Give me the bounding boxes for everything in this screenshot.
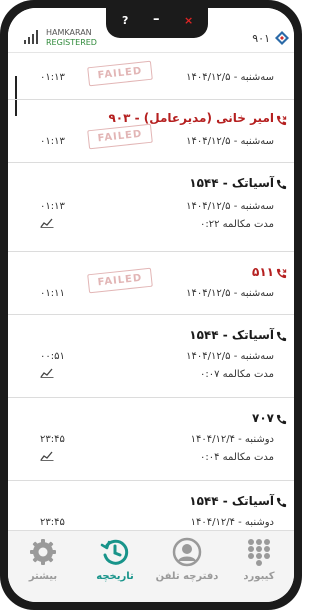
- call-history-item[interactable]: ۷۰۷ دوشنبه - ۱۴۰۴/۱۲/۴ ۲۳:۴۵ مدت مکالمه …: [8, 397, 294, 481]
- nav-contacts[interactable]: دفترچه تلفن: [152, 537, 222, 593]
- call-time: ۰۰:۵۱: [40, 351, 65, 362]
- call-history-item[interactable]: سه‌شنبه - ۱۴۰۴/۱۲/۵ ۰۱:۱۳ FAILED: [8, 52, 294, 100]
- call-time: ۰۱:۱۱: [40, 288, 65, 299]
- minimize-button[interactable]: –: [153, 12, 160, 27]
- nav-label: دفترچه تلفن: [155, 571, 219, 582]
- failed-stamp: FAILED: [87, 60, 153, 87]
- outgoing-call-icon: [276, 179, 287, 190]
- call-history-item[interactable]: ۵۱۱ سه‌شنبه - ۱۴۰۴/۱۲/۵ ۰۱:۱۱ FAILED: [8, 251, 294, 315]
- outgoing-call-icon: [276, 414, 287, 425]
- gear-icon: [30, 539, 56, 565]
- call-time: ۰۱:۱۳: [40, 136, 65, 147]
- signal-icon: [24, 28, 40, 44]
- missed-call-icon: [276, 115, 287, 126]
- call-history-item[interactable]: آسیاتک - ۱۵۴۴ دوشنبه - ۱۴۰۴/۱۲/۴ ۲۳:۴۵: [8, 480, 294, 530]
- contact-name: آسیاتک - ۱۵۴۴: [189, 328, 274, 342]
- call-duration: مدت مکالمه ۰:۲۲: [200, 219, 274, 230]
- phone-frame: HAMKARAN REGISTERED ۹۰۱ ? – × سه‌شنبه - …: [0, 0, 302, 610]
- nav-label: کیبورد: [243, 571, 275, 582]
- call-history-item[interactable]: امیر خانی (مدیرعامل) - ۹۰۳ سه‌شنبه - ۱۴۰…: [8, 99, 294, 163]
- call-quality-chart-icon[interactable]: [40, 218, 54, 228]
- contact-name: آسیاتک - ۱۵۴۴: [189, 494, 274, 508]
- help-button[interactable]: ?: [122, 14, 128, 27]
- contact-name: ۷۰۷: [252, 411, 274, 425]
- call-date: دوشنبه - ۱۴۰۴/۱۲/۴: [190, 434, 274, 445]
- nav-label: بیشتر: [28, 571, 58, 582]
- call-history-list[interactable]: سه‌شنبه - ۱۴۰۴/۱۲/۵ ۰۱:۱۳ FAILED امیر خا…: [8, 52, 294, 530]
- app-logo-icon: [275, 31, 289, 45]
- history-icon: [100, 539, 129, 565]
- call-time: ۰۱:۱۳: [40, 201, 65, 212]
- call-time: ۰۱:۱۳: [40, 72, 65, 83]
- contact-name: آسیاتک - ۱۵۴۴: [189, 176, 274, 190]
- bottom-navigation: بیشتر تاریخچه دفترچه تلفن کیبورد: [8, 530, 294, 602]
- call-date: سه‌شنبه - ۱۴۰۴/۱۲/۵: [186, 72, 274, 83]
- extension-number: ۹۰۱: [252, 32, 270, 45]
- call-history-item[interactable]: آسیاتک - ۱۵۴۴ سه‌شنبه - ۱۴۰۴/۱۲/۵ ۰۱:۱۳ …: [8, 162, 294, 252]
- call-quality-chart-icon[interactable]: [40, 368, 54, 378]
- failed-stamp: FAILED: [87, 267, 153, 294]
- call-date: دوشنبه - ۱۴۰۴/۱۲/۴: [190, 517, 274, 528]
- nav-more[interactable]: بیشتر: [8, 537, 78, 593]
- outgoing-call-icon: [276, 331, 287, 342]
- missed-call-icon: [276, 268, 287, 279]
- call-duration: مدت مکالمه ۰:۰۷: [200, 369, 274, 380]
- call-history-item[interactable]: آسیاتک - ۱۵۴۴ سه‌شنبه - ۱۴۰۴/۱۲/۵ ۰۰:۵۱ …: [8, 314, 294, 398]
- call-date: سه‌شنبه - ۱۴۰۴/۱۲/۵: [186, 136, 274, 147]
- contact-icon: [172, 537, 202, 567]
- call-date: سه‌شنبه - ۱۴۰۴/۱۲/۵: [186, 351, 274, 362]
- carrier-info: HAMKARAN REGISTERED: [46, 28, 97, 48]
- nav-keypad[interactable]: کیبورد: [224, 537, 294, 593]
- keypad-icon: [248, 539, 270, 566]
- outgoing-call-icon: [276, 497, 287, 508]
- call-date: سه‌شنبه - ۱۴۰۴/۱۲/۵: [186, 288, 274, 299]
- carrier-name: HAMKARAN: [46, 28, 92, 37]
- call-quality-chart-icon[interactable]: [40, 451, 54, 461]
- nav-history[interactable]: تاریخچه: [80, 537, 150, 593]
- failed-stamp: FAILED: [87, 123, 153, 150]
- app-screen: HAMKARAN REGISTERED ۹۰۱ ? – × سه‌شنبه - …: [8, 8, 294, 602]
- nav-label: تاریخچه: [96, 571, 134, 582]
- close-button[interactable]: ×: [184, 14, 193, 27]
- contact-name: امیر خانی (مدیرعامل) - ۹۰۳: [108, 111, 274, 125]
- call-duration: مدت مکالمه ۰:۰۴: [200, 452, 274, 463]
- contact-name: ۵۱۱: [252, 265, 274, 279]
- call-time: ۲۳:۴۵: [40, 434, 65, 445]
- call-time: ۲۳:۴۵: [40, 517, 65, 528]
- call-date: سه‌شنبه - ۱۴۰۴/۱۲/۵: [186, 201, 274, 212]
- registration-status: REGISTERED: [46, 38, 97, 47]
- window-controls: ? – ×: [106, 8, 208, 38]
